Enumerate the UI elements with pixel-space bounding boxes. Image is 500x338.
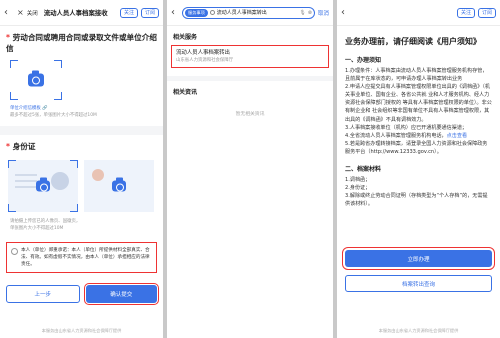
- notice-item-4: 4.全省流动人员人事档案管理服务机构电话，点击查看: [345, 132, 492, 140]
- material-1: 1.调档函；: [345, 177, 371, 184]
- follow-button[interactable]: 关注: [119, 7, 138, 18]
- empty-news-text: 暂无相关资讯: [235, 112, 265, 117]
- follow-button[interactable]: 关注: [456, 7, 475, 18]
- section-materials: 二、档案材料: [345, 166, 382, 174]
- subscribe-button[interactable]: 订阅: [140, 7, 159, 18]
- search-icon: [209, 10, 215, 15]
- link-icon: 🔗: [42, 106, 48, 111]
- submit-button[interactable]: 确认提交: [83, 282, 160, 306]
- microphone-icon[interactable]: 🎙: [299, 10, 305, 16]
- search-input[interactable]: 服务事项 流动人员人事档案转出 🎙 ⊗: [182, 6, 315, 19]
- notice-content: 业务办理前，请仔细阅读《用户须知》 一、办理须知 1.办理条件：人事档案由流动人…: [337, 26, 500, 214]
- back-icon[interactable]: ‹: [341, 7, 349, 18]
- camera-icon: [36, 177, 50, 192]
- back-icon[interactable]: ‹: [171, 7, 179, 18]
- commitment-text: 本人（单位）郑重承诺：本人（单位）所提供材料全部真实、合法、有效。如有虚假不实情…: [21, 248, 150, 267]
- screen-notice: ‹ 关注 订阅 业务办理前，请仔细阅读《用户须知》 一、办理须知 1.办理条件：…: [337, 0, 500, 338]
- sample-link[interactable]: 单位介绍信模板: [10, 106, 41, 111]
- notice-headline: 业务办理前，请仔细阅读《用户须知》: [345, 37, 481, 46]
- contract-upload-box[interactable]: [10, 60, 62, 100]
- close-icon[interactable]: ×: [17, 8, 24, 17]
- material-2: 2.身份证；: [345, 185, 371, 192]
- search-value[interactable]: 流动人员人事档案转出: [217, 9, 298, 16]
- idcard-section-title: * 身份证: [0, 141, 163, 152]
- camera-icon: [28, 70, 44, 87]
- subscribe-button[interactable]: 订阅: [477, 7, 496, 18]
- service-result-item[interactable]: 流动人员人事档案转出 山东省人力资源和社会保障厅: [171, 45, 329, 68]
- clear-icon[interactable]: ⊗: [308, 10, 312, 16]
- screen-search: ‹ 服务事项 流动人员人事档案转出 🎙 ⊗ 取消 相关服务 流动人员人事档案转出…: [167, 0, 333, 338]
- idcard-back-upload[interactable]: [84, 160, 154, 212]
- idcard-hint-2: 单张图片大小不得超过10M: [10, 226, 64, 231]
- idcard-title-text: 身份证: [12, 142, 36, 151]
- cancel-button[interactable]: 取消: [318, 9, 329, 17]
- idcard-front-upload[interactable]: [8, 160, 78, 212]
- footer: 本服务由山东省人力资源和社会保障厅提供: [378, 328, 459, 333]
- notice-item-3: 3.人事档案接收单位（机构）应已开通机要通信渠道；: [345, 124, 468, 131]
- view-phones-link[interactable]: 点击查看: [447, 133, 467, 139]
- sample-link-row: 单位介绍信模板 🔗: [0, 105, 163, 112]
- emblem-icon: [92, 169, 104, 181]
- camera-icon: [112, 177, 126, 192]
- prev-button[interactable]: 上一步: [6, 285, 80, 303]
- notice-item-5: 5.若是跨省办理转接档案，请登录全国人力资源和社会保障政务服务平台（http:/…: [345, 140, 488, 155]
- contract-title-text: 劳动合同或聘用合同或录取文件或单位介绍信: [6, 33, 157, 53]
- footer: 本服务由山东省人力资源和社会保障厅提供: [41, 328, 122, 333]
- action-buttons: 上一步 确认提交: [0, 282, 163, 306]
- commitment-box[interactable]: 本人（单位）郑重承诺：本人（单位）所提供材料全部真实、合法、有效。如有虚假不实情…: [6, 242, 157, 273]
- upload-hint: 最多不超过5张，单张图片大小不得超过10M: [10, 113, 97, 118]
- required-mark: *: [6, 33, 10, 42]
- back-icon[interactable]: ‹: [4, 7, 12, 18]
- search-bar: ‹ 服务事项 流动人员人事档案转出 🎙 ⊗ 取消: [167, 0, 333, 26]
- notice-item-1: 1.办理条件：人事档案由流动人员人事档案管理服务机构存管，且前属于在库状态的，可…: [345, 68, 488, 83]
- notice-item-2: 2.申请人应提交具有人事档案管理权限单位出具的《调档函》（机关事业单位、国有企业…: [345, 84, 492, 123]
- agree-radio[interactable]: [11, 248, 18, 255]
- transfer-query-button[interactable]: 档案转出查询: [345, 275, 492, 292]
- handle-now-button[interactable]: 立即办理: [342, 247, 495, 270]
- close-label[interactable]: 关闭: [27, 9, 38, 17]
- related-services-heading: 相关服务: [173, 34, 198, 41]
- search-scope-tag[interactable]: 服务事项: [185, 8, 208, 17]
- result-provider: 山东省人力资源和社会保障厅: [176, 58, 234, 63]
- result-title: 流动人员人事档案转出: [176, 50, 230, 56]
- contract-section-title: * 劳动合同或聘用合同或录取文件或单位介绍信: [0, 32, 163, 54]
- required-mark: *: [6, 142, 10, 151]
- portrait-icon: [51, 172, 69, 190]
- top-nav: ‹ × 关闭 流动人员人事档案接收 关注 订阅: [0, 0, 163, 26]
- screen-archive-receive: ‹ × 关闭 流动人员人事档案接收 关注 订阅 * 劳动合同或聘用合同或录取文件…: [0, 0, 163, 338]
- idcard-hint-1: 请拍摄上传您已的人像页、国徽页，: [10, 219, 81, 224]
- page-title: 流动人员人事档案接收: [43, 9, 108, 17]
- related-news-heading: 相关资讯: [173, 89, 198, 96]
- notice-item-4-text: 4.全省流动人员人事档案管理服务机构电话，: [345, 132, 447, 139]
- idcard-uploads: [0, 160, 163, 212]
- top-nav: ‹ 关注 订阅: [337, 0, 500, 26]
- material-3: 3.解除或终止劳动合同证明（存档类型为“个人存档”的，无需提供该材料）。: [345, 193, 488, 208]
- section-handling-notice: 一、办理须知: [345, 57, 382, 64]
